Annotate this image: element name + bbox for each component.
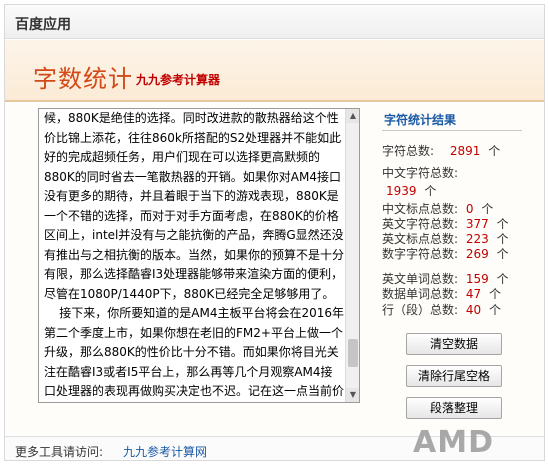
stat-unit: 个 — [488, 144, 501, 158]
trim-line-end-button[interactable]: 清除行尾空格 — [406, 365, 502, 387]
divider — [382, 130, 522, 131]
stat-label: 中文字符总数: — [382, 166, 459, 180]
paragraph-format-button[interactable]: 段落整理 — [406, 397, 502, 419]
footer-link[interactable]: 九九参考计算网 — [123, 443, 207, 460]
stat-label: 中文标点总数: — [382, 202, 459, 216]
stat-value: 223 — [465, 232, 489, 246]
scroll-down-icon[interactable]: ▼ — [346, 388, 359, 402]
stat-unit: 个 — [496, 272, 509, 286]
stat-unit: 个 — [496, 247, 509, 261]
stat-label: 行（段）总数: — [382, 303, 459, 317]
stat-label: 英文单词总数: — [382, 272, 459, 286]
text-input-content[interactable]: 候，880K是绝佳的选择。同时改进款的散热器给这个性价比锦上添花，往往860k所… — [44, 109, 344, 402]
stat-label: 英文字符总数: — [382, 217, 459, 231]
stat-value: 47 — [465, 287, 482, 301]
clear-data-button[interactable]: 清空数据 — [406, 333, 502, 355]
stat-value: 1939 — [386, 184, 417, 198]
stat-number-words: 数据单词总数: 47 个 — [382, 285, 501, 302]
text-input-area[interactable]: 候，880K是绝佳的选择。同时改进款的散热器给这个性价比锦上添花，往往860k所… — [38, 108, 360, 403]
stat-value: 2891 — [449, 144, 481, 158]
stat-value: 377 — [465, 217, 489, 231]
stat-label: 字符总数: — [382, 144, 435, 158]
stat-lines: 行（段）总数: 40 个 — [382, 301, 501, 318]
app-title: 百度应用 — [15, 17, 71, 33]
stat-unit: 个 — [496, 217, 509, 231]
stat-value: 159 — [465, 272, 489, 286]
stat-unit: 个 — [496, 232, 509, 246]
stat-unit: 个 — [488, 287, 501, 301]
stat-unit: 个 — [488, 303, 501, 317]
stat-value: 0 — [465, 202, 474, 216]
main-content: 候，880K是绝佳的选择。同时改进款的散热器给这个性价比锦上添花，往往860k所… — [5, 104, 544, 434]
tool-title: 字数统计 — [33, 65, 133, 93]
stats-panel: 字符统计结果 字符总数: 2891 个 中文字符总数: 1939 个 中文标点总… — [382, 104, 532, 422]
stat-value: 40 — [465, 303, 482, 317]
stat-label: 英文标点总数: — [382, 232, 459, 246]
app-header: 百度应用 — [5, 5, 544, 39]
amd-watermark-logo: AMD — [413, 425, 494, 460]
app-window: 百度应用 字数统计 九九参考计算器 候，880K是绝佳的选择。同时改进款的散热器… — [4, 4, 545, 461]
vertical-scrollbar[interactable]: ▲ ▼ — [345, 109, 359, 402]
stats-heading: 字符统计结果 — [384, 113, 457, 127]
stat-label: 数字字符总数: — [382, 247, 459, 261]
stat-digit-chars: 数字字符总数: 269 个 — [382, 245, 509, 262]
stat-value: 269 — [465, 247, 489, 261]
stat-unit: 个 — [481, 202, 494, 216]
stat-unit: 个 — [424, 184, 437, 198]
stat-label: 数据单词总数: — [382, 287, 459, 301]
scroll-thumb[interactable] — [348, 339, 358, 367]
scroll-up-icon[interactable]: ▲ — [346, 109, 359, 123]
stat-total-chars: 字符总数: 2891 个 — [382, 142, 500, 159]
footer-label: 更多工具请访问: — [15, 445, 104, 459]
stat-chinese-chars: 中文字符总数: 1939 个 — [382, 164, 472, 200]
tool-subtitle: 九九参考计算器 — [136, 73, 221, 87]
tool-banner: 字数统计 九九参考计算器 — [5, 40, 544, 102]
